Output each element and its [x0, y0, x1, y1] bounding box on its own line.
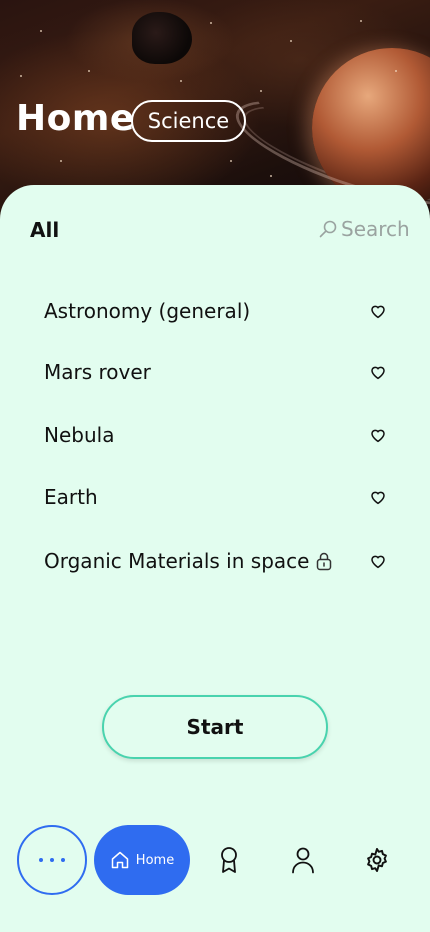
category-chip[interactable]: Science	[131, 100, 246, 142]
nav-awards-button[interactable]	[215, 846, 243, 874]
more-dots-icon	[39, 858, 65, 862]
heart-icon[interactable]	[367, 550, 389, 572]
start-button[interactable]: Start	[102, 695, 328, 759]
nav-profile-button[interactable]	[289, 846, 317, 874]
nav-settings-button[interactable]	[363, 846, 391, 874]
gear-icon	[367, 847, 387, 873]
more-button[interactable]	[17, 825, 87, 895]
filter-all[interactable]: All	[30, 218, 59, 242]
asteroid-image	[132, 12, 192, 64]
lock-icon	[315, 551, 333, 571]
topic-label: Nebula	[44, 423, 115, 447]
topic-item-locked[interactable]: Organic Materials in space	[44, 544, 404, 578]
search-icon	[319, 220, 337, 238]
heart-icon[interactable]	[367, 424, 389, 446]
award-icon	[221, 847, 237, 873]
nav-home-label: Home	[135, 852, 175, 868]
topic-item[interactable]: Astronomy (general)	[44, 294, 404, 328]
topic-label: Astronomy (general)	[44, 299, 251, 323]
heart-icon[interactable]	[367, 300, 389, 322]
page-title: Home	[16, 98, 135, 139]
heart-icon[interactable]	[367, 486, 389, 508]
search-button[interactable]: Search	[318, 216, 410, 242]
home-icon	[111, 851, 129, 869]
search-label: Search	[341, 217, 410, 241]
heart-icon[interactable]	[367, 361, 389, 383]
profile-icon	[292, 847, 314, 874]
topic-item[interactable]: Nebula	[44, 418, 404, 452]
topic-item[interactable]: Earth	[44, 480, 404, 514]
topic-item[interactable]: Mars rover	[44, 355, 404, 389]
topic-label: Mars rover	[44, 360, 151, 384]
topic-label: Organic Materials in space	[44, 549, 310, 573]
topic-label: Earth	[44, 485, 98, 509]
nav-home-button[interactable]: Home	[94, 825, 190, 895]
